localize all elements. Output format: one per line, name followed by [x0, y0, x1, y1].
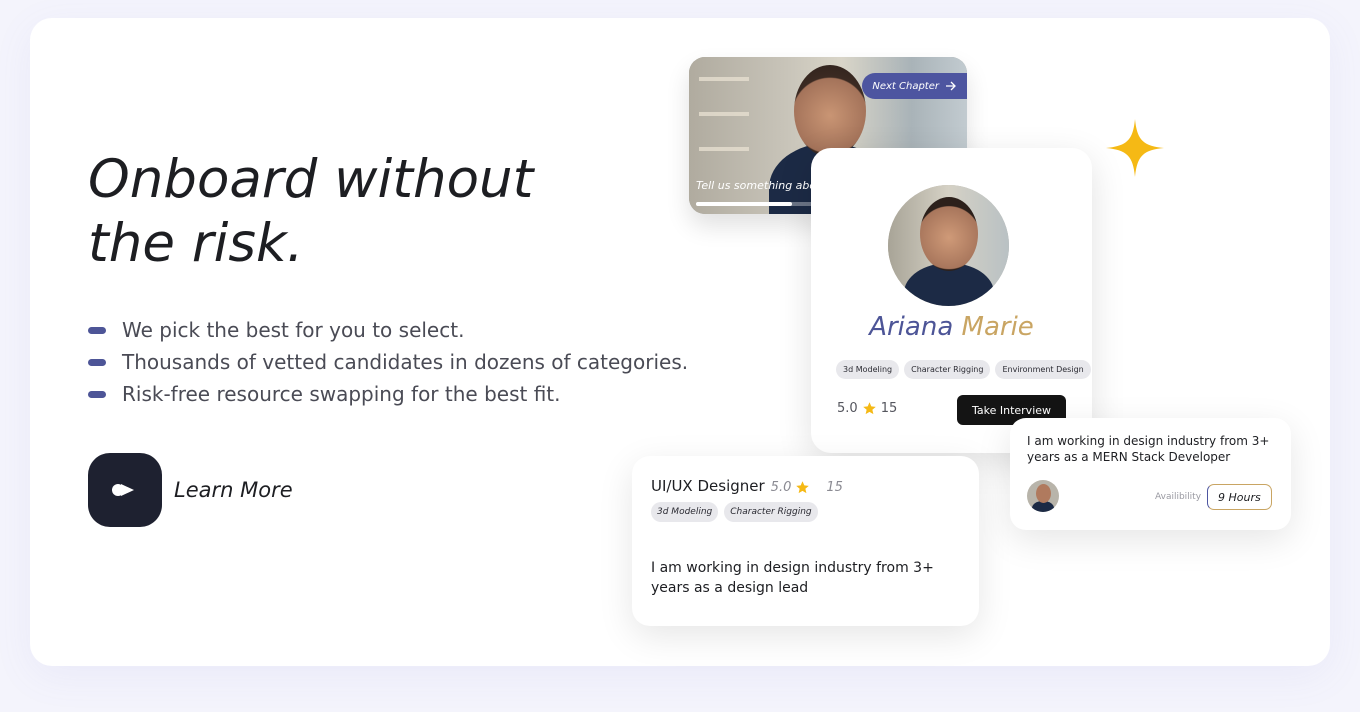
- designer-header: UI/UX Designer 5.0 15: [651, 477, 843, 495]
- feature-list: We pick the best for you to select. Thou…: [88, 314, 688, 410]
- shelf-decoration: [699, 147, 749, 151]
- star-icon: [862, 402, 876, 415]
- skill-tag: Character Rigging: [904, 360, 991, 379]
- bullet-dash-icon: [88, 358, 106, 366]
- developer-card: I am working in design industry from 3+ …: [1010, 418, 1291, 530]
- next-chapter-label: Next Chapter: [872, 80, 939, 92]
- avatar-face: [1036, 484, 1051, 503]
- learn-more-label[interactable]: Learn More: [174, 478, 293, 502]
- sparkle-icon: [1106, 119, 1164, 177]
- availability-hours-badge: 9 Hours: [1207, 484, 1272, 510]
- avatar-face: [920, 197, 978, 271]
- headline-line-2: the risk.: [88, 213, 304, 274]
- candidate-last-name: Marie: [961, 312, 1034, 342]
- bullet-dash-icon: [88, 326, 106, 334]
- feature-text: Thousands of vetted candidates in dozens…: [122, 350, 689, 374]
- next-chapter-button[interactable]: Next Chapter: [862, 73, 967, 99]
- feature-item: Risk-free resource swapping for the best…: [88, 378, 688, 410]
- rating: 5.0: [771, 480, 811, 495]
- candidate-name: Ariana Marie: [811, 312, 1092, 342]
- shelf-decoration: [699, 77, 749, 81]
- designer-role: UI/UX Designer: [651, 477, 765, 495]
- feature-item: Thousands of vetted candidates in dozens…: [88, 346, 688, 378]
- hero-panel: Onboard without the risk. We pick the be…: [30, 18, 1330, 666]
- page-title: Onboard without the risk.: [88, 148, 608, 276]
- skill-tag: Character Rigging: [724, 502, 818, 522]
- skill-tag: 3d Modeling: [836, 360, 900, 379]
- shelf-decoration: [699, 112, 749, 116]
- arrow-right-icon: [946, 81, 956, 91]
- skill-tag: 3d Modeling: [651, 502, 719, 522]
- learn-more-link[interactable]: Learn More: [88, 453, 293, 527]
- bullet-dash-icon: [88, 390, 106, 398]
- review-count: 15: [826, 480, 843, 495]
- headline-line-1: Onboard without: [88, 149, 534, 210]
- designer-description: I am working in design industry from 3+ …: [651, 560, 934, 596]
- avatar: [888, 185, 1009, 306]
- play-arrow-icon: [112, 484, 134, 496]
- skill-tag: Environment Design: [995, 360, 1091, 379]
- feature-text: Risk-free resource swapping for the best…: [122, 382, 561, 406]
- video-person-head: [794, 65, 866, 157]
- candidate-first-name: Ariana: [869, 312, 954, 342]
- developer-description: I am working in design industry from 3+ …: [1027, 434, 1270, 464]
- rating-value: 5.0: [770, 480, 792, 495]
- feature-text: We pick the best for you to select.: [122, 318, 465, 342]
- feature-item: We pick the best for you to select.: [88, 314, 688, 346]
- star-icon: [796, 481, 810, 494]
- review-count: 15: [880, 401, 898, 416]
- rating: 5.0 15: [837, 401, 897, 416]
- video-progress-fill: [696, 202, 792, 206]
- learn-more-button[interactable]: [88, 453, 162, 527]
- avatar: [1027, 480, 1059, 512]
- video-caption: Tell us something abo: [696, 179, 817, 192]
- skill-tags: 3d Modeling Character Rigging Environmen…: [836, 360, 1091, 379]
- designer-card: UI/UX Designer 5.0 15 3d Modeling Charac…: [632, 456, 979, 626]
- candidate-profile-card: Ariana Marie 3d Modeling Character Riggi…: [811, 148, 1092, 453]
- rating-value: 5.0: [837, 401, 858, 416]
- skill-tags: 3d Modeling Character Rigging: [651, 502, 818, 522]
- availability-label: Availibility: [1155, 492, 1202, 502]
